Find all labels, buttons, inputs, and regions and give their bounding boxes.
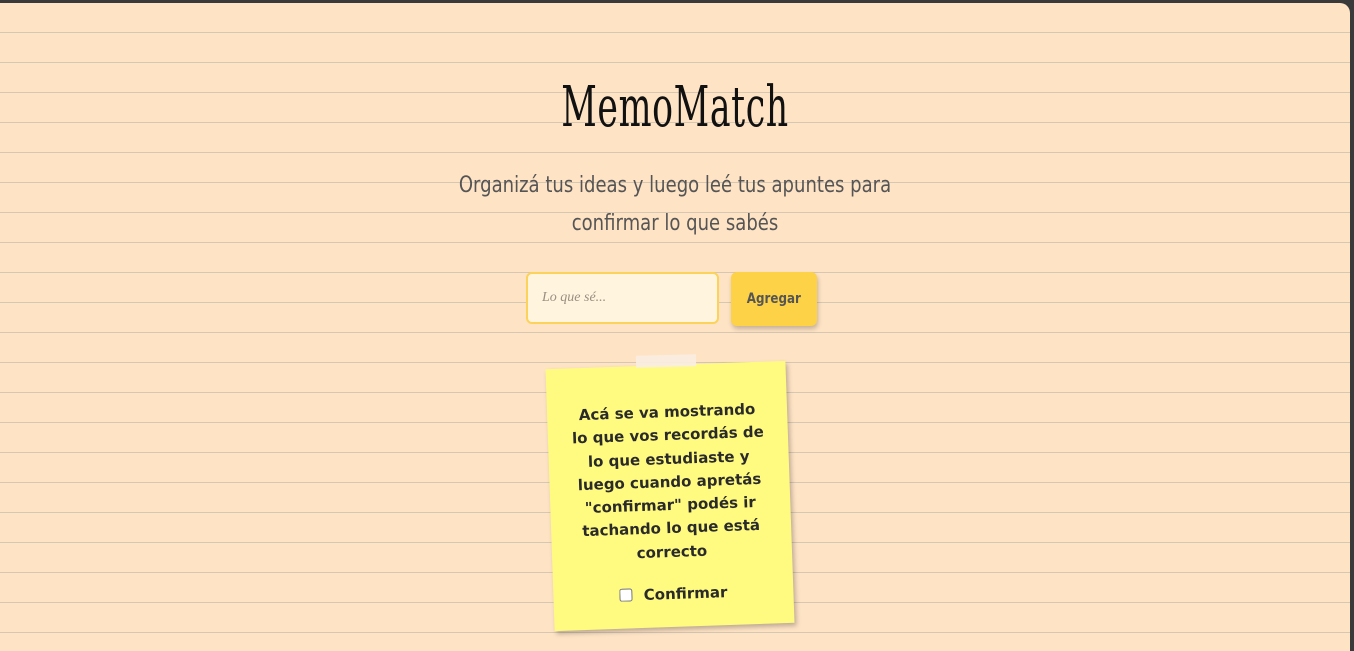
app-title: MemoMatch xyxy=(561,75,789,140)
memory-input[interactable] xyxy=(526,272,719,324)
confirm-label: Confirmar xyxy=(643,583,728,604)
tape-strip xyxy=(635,354,697,368)
sticky-note: Acá se va mostrando lo que vos recordás … xyxy=(545,360,795,632)
app-subtitle: Organizá tus ideas y luego leé tus apunt… xyxy=(458,173,892,236)
note-text: Acá se va mostrando lo que vos recordás … xyxy=(571,399,765,562)
add-button-label: Agregar xyxy=(746,291,802,307)
confirm-checkbox[interactable] xyxy=(619,588,633,602)
notebook-page: MemoMatch Organizá tus ideas y luego leé… xyxy=(0,3,1350,651)
add-button[interactable]: Agregar xyxy=(731,272,817,326)
confirm-row[interactable]: Confirmar xyxy=(553,581,793,607)
